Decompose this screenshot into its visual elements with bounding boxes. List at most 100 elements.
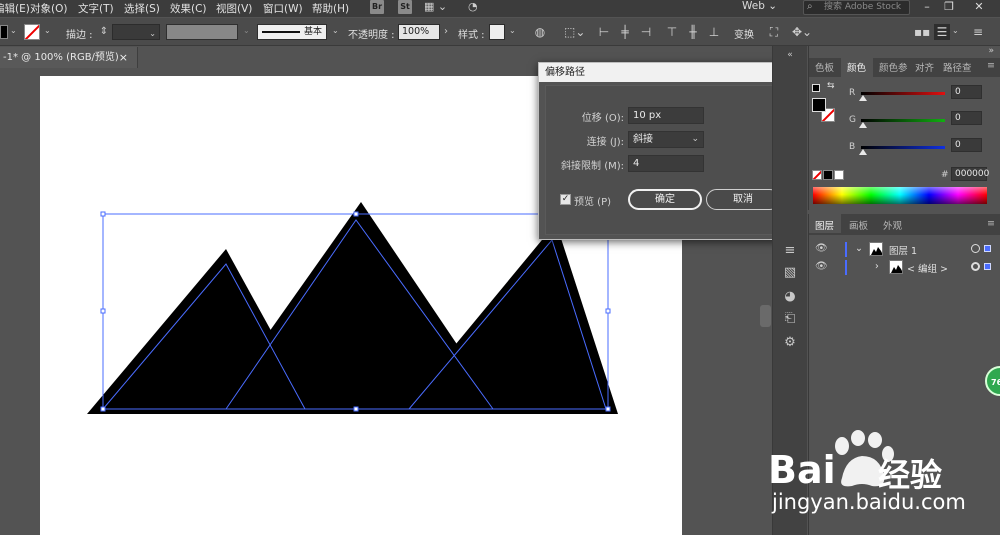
hex-symbol: #	[941, 170, 949, 180]
layers-options-icon[interactable]: ≡	[987, 218, 995, 229]
selection-indicator[interactable]	[984, 263, 991, 270]
blue-value-field[interactable]: 0	[951, 138, 982, 152]
blue-channel-label: B	[849, 142, 856, 152]
minimize-icon[interactable]: –	[918, 0, 936, 13]
handle-middle-left[interactable]	[100, 308, 106, 314]
align-bottom-icon[interactable]: ⊥	[706, 24, 722, 40]
offset-input[interactable]: 10 px	[628, 107, 704, 124]
hex-value-field[interactable]: 000000	[951, 167, 990, 181]
green-slider-knob[interactable]	[859, 122, 867, 128]
white-color-chip[interactable]	[834, 170, 844, 180]
handle-bottom-right[interactable]	[605, 406, 611, 412]
panel-strip-handle[interactable]	[760, 305, 771, 327]
target-circle-icon[interactable]	[971, 262, 980, 271]
panel-menu-icon[interactable]: ☰	[934, 24, 950, 40]
eye-icon[interactable]: 👁	[815, 243, 828, 254]
transform-link[interactable]: 变换	[734, 26, 754, 41]
target-circle-icon[interactable]	[971, 244, 980, 253]
handle-top-middle[interactable]	[353, 211, 359, 217]
red-slider-knob[interactable]	[859, 95, 867, 101]
search-icon: ⌕	[807, 1, 813, 12]
search-placeholder: 搜索 Adobe Stock	[824, 2, 902, 12]
joins-label: 连接 (J):	[586, 137, 624, 148]
layer-row[interactable]: 👁 › < 编组 >	[809, 259, 1000, 276]
red-value-field[interactable]: 0	[951, 85, 982, 99]
handle-middle-right[interactable]	[605, 308, 611, 314]
gradient-panel-icon[interactable]: ▧	[781, 264, 799, 282]
swap-colors-icon[interactable]: ⇆	[827, 81, 835, 91]
green-slider-track[interactable]	[861, 119, 945, 122]
green-value-field[interactable]: 0	[951, 111, 982, 125]
expand-toggle-icon[interactable]: ⌄	[855, 243, 863, 254]
layer-color-bar	[845, 260, 847, 275]
handle-bottom-left[interactable]	[100, 406, 106, 412]
restore-icon[interactable]: ❐	[940, 0, 958, 13]
panel-menu-dropdown-icon[interactable]: ⌄	[952, 26, 959, 35]
group-thumbnail-mountains	[891, 265, 902, 273]
group-name[interactable]: < 编组 >	[907, 261, 948, 275]
handle-top-left[interactable]	[100, 211, 106, 217]
ok-button[interactable]: 确定	[628, 189, 702, 210]
preview-label[interactable]: 预览 (P)	[574, 193, 611, 208]
miter-limit-input[interactable]: 4	[628, 155, 704, 172]
offset-path-dialog: 偏移路径 位移 (O): 10 px 连接 (J): 斜接 ⌄ 斜接限制 (M)…	[538, 62, 796, 240]
preview-checkbox[interactable]: ✓	[560, 194, 571, 205]
dialog-title[interactable]: 偏移路径	[539, 63, 795, 82]
layer-thumbnail-mountains	[871, 247, 882, 255]
black-color-chip[interactable]	[823, 170, 833, 180]
watermark-url: jingyan.baidu.com	[772, 490, 966, 514]
workspace-label: Web	[742, 0, 765, 12]
tab-align[interactable]: 对齐	[915, 60, 934, 74]
hex-value: 000000	[955, 169, 990, 179]
red-slider-track[interactable]	[861, 92, 945, 95]
close-window-icon[interactable]: ✕	[970, 0, 988, 13]
chevron-down-icon: ⌄	[691, 134, 699, 144]
blue-slider-track[interactable]	[861, 146, 945, 149]
layer-name[interactable]: 图层 1	[889, 243, 917, 257]
workspace-switcher[interactable]: Web ⌄	[742, 0, 788, 16]
tab-swatches[interactable]: 色板	[815, 60, 834, 74]
layers-panel-icon[interactable]: ≡	[781, 242, 799, 260]
cancel-button[interactable]: 取消	[706, 189, 780, 210]
tab-pathfinder[interactable]: 路径查	[943, 60, 972, 74]
offset-value: 10 px	[633, 110, 662, 121]
blue-value: 0	[955, 140, 961, 150]
offset-label: 位移 (O):	[581, 113, 624, 124]
eye-icon[interactable]: 👁	[815, 261, 828, 272]
panel-options-icon[interactable]: ≡	[987, 60, 995, 71]
layers-panel-tabs: 图层 画板 外观 ≡	[809, 214, 1000, 235]
asset-export-icon[interactable]: ⎗	[781, 310, 799, 328]
selection-indicator[interactable]	[984, 245, 991, 252]
tab-appearance[interactable]: 外观	[883, 218, 902, 232]
tab-color[interactable]: 颜色	[847, 60, 866, 74]
puppet-warp-icon[interactable]: ✥⌄	[792, 24, 812, 40]
color-panel-tabs: 色板 颜色 颜色参 对齐 路径查 ≡	[809, 58, 1000, 77]
color-panel: » 色板 颜色 颜色参 对齐 路径查 ≡ ⇆ R 0 G 0 B 0 # 000…	[808, 46, 1000, 210]
layer-row[interactable]: 👁 ⌄ 图层 1	[809, 241, 1000, 258]
none-color-chip[interactable]	[812, 170, 822, 180]
expand-toggle-icon[interactable]: ›	[875, 261, 879, 272]
joins-select[interactable]: 斜接 ⌄	[628, 131, 704, 148]
expand-panel-icon[interactable]: »	[988, 46, 994, 56]
isolate-icon[interactable]: ⛶	[766, 24, 782, 40]
handle-bottom-middle[interactable]	[353, 406, 359, 412]
default-colors-icon[interactable]	[812, 84, 820, 92]
tab-artboards[interactable]: 画板	[849, 218, 868, 232]
control-bar-options-icon[interactable]: ≡	[970, 24, 986, 40]
miter-limit-label: 斜接限制 (M):	[561, 161, 624, 172]
tab-color-guide[interactable]: 颜色参	[879, 60, 908, 74]
collapse-arrows-icon[interactable]: «	[781, 46, 799, 64]
dialog-body: 位移 (O): 10 px 连接 (J): 斜接 ⌄ 斜接限制 (M): 4 ✓…	[545, 85, 789, 235]
none-chip-slash-icon	[813, 171, 821, 179]
arrange-grid-icon[interactable]: ▪▪	[914, 24, 930, 40]
blue-slider-knob[interactable]	[859, 149, 867, 155]
color-spectrum[interactable]	[813, 187, 987, 204]
red-value: 0	[955, 87, 961, 97]
group-thumbnail	[889, 260, 903, 274]
layer-color-bar	[845, 242, 847, 257]
tab-layers[interactable]: 图层	[815, 218, 834, 232]
stock-search-input[interactable]: ⌕ 搜索 Adobe Stock	[803, 0, 910, 15]
fill-color-chip[interactable]	[812, 98, 826, 112]
properties-gear-icon[interactable]: ⚙	[781, 334, 799, 352]
appearance-panel-icon[interactable]: ◕	[781, 288, 799, 306]
